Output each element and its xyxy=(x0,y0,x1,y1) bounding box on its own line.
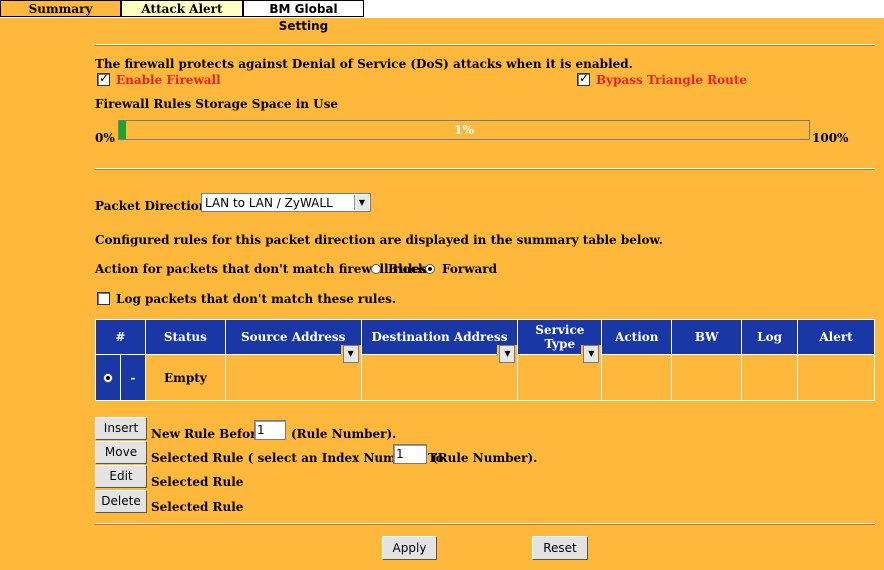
edit-button[interactable]: Edit xyxy=(95,465,147,488)
delete-button[interactable]: Delete xyxy=(95,490,147,513)
packet-direction-value: LAN to LAN / ZyWALL xyxy=(205,196,333,210)
move-text-after: (Rule Number). xyxy=(432,451,538,465)
checkmark-icon: ✓ xyxy=(579,71,590,85)
divider xyxy=(95,523,875,525)
divider xyxy=(95,44,875,46)
row-select-cell: - xyxy=(95,354,146,401)
table-header-row: # Status Source Address Destination Addr… xyxy=(95,319,875,355)
configured-rules-text: Configured rules for this packet directi… xyxy=(95,233,663,247)
move-button[interactable]: Move xyxy=(95,441,147,464)
row-action xyxy=(601,354,673,401)
block-label: Block xyxy=(388,262,427,276)
row-destination-address: ▼ xyxy=(360,345,519,401)
block-radio[interactable] xyxy=(371,264,381,274)
insert-text: New Rule Before xyxy=(151,427,265,441)
insert-text-after: (Rule Number). xyxy=(291,427,397,441)
log-packets-checkbox[interactable] xyxy=(97,292,110,305)
row-source-address: ▼ xyxy=(224,345,362,401)
tab-summary[interactable]: Summary xyxy=(0,0,121,17)
row-index: - xyxy=(130,370,136,385)
row-alert xyxy=(797,354,875,401)
row-select-radio[interactable] xyxy=(102,372,113,383)
packet-direction-select[interactable]: LAN to LAN / ZyWALL ▼ xyxy=(201,193,371,212)
source-address-select[interactable]: ▼ xyxy=(340,345,361,365)
progress-value: 1% xyxy=(454,123,474,137)
tab-bm-global-setting[interactable]: BM Global Setting xyxy=(243,0,364,33)
chevron-down-icon: ▼ xyxy=(499,345,516,363)
row-service-type: ▼ xyxy=(517,345,603,401)
storage-min-label: 0% xyxy=(95,131,115,145)
header-action: Action xyxy=(601,319,673,355)
bypass-triangle-route-checkbox[interactable]: ✓ xyxy=(577,71,590,86)
bypass-triangle-route-label: Bypass Triangle Route xyxy=(596,73,748,87)
rules-table: # Status Source Address Destination Addr… xyxy=(95,319,875,401)
header-log: Log xyxy=(741,319,799,355)
storage-progress-bar: 1% xyxy=(118,120,810,140)
divider xyxy=(95,168,875,170)
checkmark-icon: ✓ xyxy=(99,71,110,85)
forward-label: Forward xyxy=(442,262,498,276)
header-bw: BW xyxy=(671,319,743,355)
storage-max-label: 100% xyxy=(812,131,849,145)
row-bw xyxy=(671,354,743,401)
service-type-select[interactable]: ▼ xyxy=(581,345,602,365)
intro-text: The firewall protects against Denial of … xyxy=(95,57,633,71)
chevron-down-icon: ▼ xyxy=(342,345,359,363)
chevron-down-icon: ▼ xyxy=(354,195,369,210)
row-log xyxy=(741,354,799,401)
enable-firewall-checkbox[interactable]: ✓ xyxy=(97,71,110,86)
apply-button[interactable]: Apply xyxy=(382,536,437,560)
row-status: Empty xyxy=(144,354,226,401)
log-packets-label: Log packets that don't match these rules… xyxy=(116,292,397,306)
insert-rule-number-input[interactable]: 1 xyxy=(254,420,286,440)
storage-label: Firewall Rules Storage Space in Use xyxy=(95,97,339,111)
enable-firewall-label: Enable Firewall xyxy=(116,73,221,87)
header-status: Status xyxy=(144,319,226,355)
header-destination-address: Destination Address xyxy=(360,319,519,355)
tab-bar: Summary Attack Alert BM Global Setting xyxy=(0,0,884,33)
tab-attack-alert[interactable]: Attack Alert xyxy=(121,0,243,17)
reset-button[interactable]: Reset xyxy=(532,536,588,560)
header-alert: Alert xyxy=(797,319,875,355)
insert-button[interactable]: Insert xyxy=(95,417,147,440)
move-rule-number-input[interactable]: 1 xyxy=(393,444,427,464)
chevron-down-icon: ▼ xyxy=(583,345,600,363)
destination-address-select[interactable]: ▼ xyxy=(497,345,518,365)
edit-text: Selected Rule xyxy=(151,475,244,489)
table-row: - Empty ▼ ▼ ▼ xyxy=(95,345,875,401)
packet-direction-label: Packet Direction: xyxy=(95,199,212,213)
header-index: # xyxy=(95,319,146,355)
delete-text: Selected Rule xyxy=(151,500,244,514)
forward-radio[interactable] xyxy=(425,264,435,274)
